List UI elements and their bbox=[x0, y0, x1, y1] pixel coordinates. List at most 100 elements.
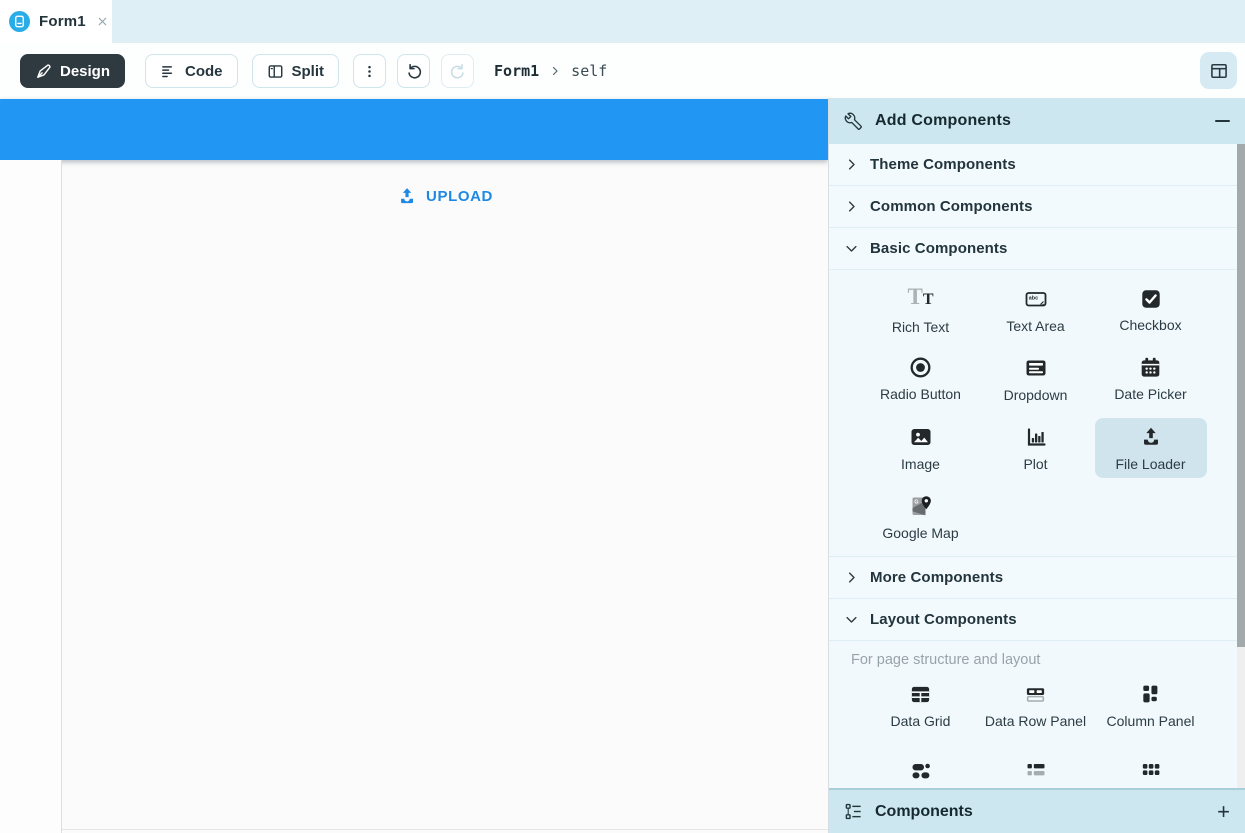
component-list: Theme Components Common Components Basic… bbox=[829, 144, 1245, 788]
tile-label: Image bbox=[901, 456, 940, 472]
component-tree-icon bbox=[844, 802, 863, 821]
section-label: Layout Components bbox=[870, 611, 1017, 628]
rich-text-icon: TT bbox=[907, 285, 933, 312]
design-canvas[interactable]: UPLOAD bbox=[0, 99, 828, 833]
section-common-components[interactable]: Common Components bbox=[829, 186, 1245, 228]
tab-form1[interactable]: Form1 bbox=[0, 0, 112, 43]
image-icon bbox=[909, 425, 933, 449]
collapse-minus-icon[interactable] bbox=[1215, 120, 1230, 122]
svg-text:G: G bbox=[914, 499, 918, 505]
section-layout-components[interactable]: Layout Components bbox=[829, 599, 1245, 641]
tile-label: Date Picker bbox=[1114, 386, 1186, 402]
code-button[interactable]: Code bbox=[145, 54, 238, 88]
component-tile-data-grid[interactable]: Data Grid bbox=[865, 676, 977, 736]
tile-label: Text Area bbox=[1006, 318, 1064, 334]
panel-layout-icon[interactable] bbox=[1200, 52, 1237, 89]
component-tile-dropdown[interactable]: Dropdown bbox=[980, 349, 1092, 409]
component-tile-date-picker[interactable]: Date Picker bbox=[1095, 349, 1207, 409]
chevron-down-icon bbox=[844, 241, 859, 256]
section-label: Basic Components bbox=[870, 240, 1007, 257]
code-button-label: Code bbox=[185, 63, 223, 80]
tile-label: Plot bbox=[1023, 456, 1047, 472]
component-tile-linear-panel[interactable] bbox=[980, 745, 1092, 788]
section-theme-components[interactable]: Theme Components bbox=[829, 144, 1245, 186]
component-tile-flow-panel[interactable] bbox=[865, 745, 977, 788]
tab-bar: Form1 bbox=[0, 0, 1245, 43]
dropdown-icon bbox=[1024, 356, 1048, 380]
sidebar-scrollbar[interactable] bbox=[1237, 144, 1245, 788]
chevron-right-icon bbox=[844, 157, 859, 172]
flow-panel-icon bbox=[909, 760, 933, 784]
canvas-left-margin bbox=[0, 160, 62, 833]
component-tile-text-area[interactable]: abc Text Area bbox=[980, 280, 1092, 340]
close-icon[interactable] bbox=[95, 14, 110, 29]
components-bar[interactable]: Components + bbox=[829, 788, 1245, 833]
section-label: More Components bbox=[870, 569, 1003, 586]
basic-components-grid: TT Rich Text abc Text Area Checkbox bbox=[829, 270, 1245, 557]
data-grid-icon bbox=[909, 683, 932, 706]
wrench-icon bbox=[844, 112, 863, 131]
component-tile-column-panel[interactable]: Column Panel bbox=[1095, 676, 1207, 736]
column-panel-icon bbox=[1139, 683, 1162, 706]
file-loader-component[interactable]: UPLOAD bbox=[397, 186, 493, 206]
code-lines-icon bbox=[160, 63, 177, 80]
split-button-label: Split bbox=[292, 63, 325, 80]
form-header-band[interactable] bbox=[0, 99, 828, 160]
plot-icon bbox=[1024, 425, 1048, 449]
kebab-menu-icon[interactable] bbox=[353, 54, 386, 88]
component-tile-plot[interactable]: Plot bbox=[980, 418, 1092, 478]
design-button-label: Design bbox=[60, 63, 110, 80]
checkbox-icon bbox=[1140, 288, 1162, 310]
form-bottom-edge bbox=[62, 829, 828, 830]
tile-label: Checkbox bbox=[1119, 317, 1181, 333]
toolbar: Design Code Split Form1 self bbox=[0, 43, 1245, 99]
date-picker-icon bbox=[1139, 356, 1162, 379]
add-components-panel: Add Components Theme Components Common C… bbox=[828, 98, 1245, 833]
data-row-panel-icon bbox=[1024, 683, 1047, 706]
file-loader-icon bbox=[1139, 425, 1163, 449]
component-tile-data-row-panel[interactable]: Data Row Panel bbox=[980, 676, 1092, 736]
breadcrumb-current[interactable]: self bbox=[571, 62, 607, 80]
tile-label: File Loader bbox=[1115, 456, 1185, 472]
section-label: Common Components bbox=[870, 198, 1033, 215]
section-label: Theme Components bbox=[870, 156, 1016, 173]
split-view-icon bbox=[267, 63, 284, 80]
component-tile-google-map[interactable]: G Google Map bbox=[865, 487, 977, 547]
split-button[interactable]: Split bbox=[252, 54, 340, 88]
add-components-title: Add Components bbox=[875, 112, 1203, 130]
tile-label: Rich Text bbox=[892, 319, 949, 335]
layout-section-description: For page structure and layout bbox=[829, 641, 1245, 670]
design-pen-icon bbox=[35, 63, 52, 80]
chevron-right-icon bbox=[549, 65, 561, 77]
component-tile-image[interactable]: Image bbox=[865, 418, 977, 478]
grid-panel-icon bbox=[1139, 760, 1163, 784]
add-plus-icon[interactable]: + bbox=[1217, 801, 1230, 823]
component-tile-grid-panel[interactable] bbox=[1095, 745, 1207, 788]
redo-icon[interactable] bbox=[441, 54, 474, 88]
scrollbar-thumb[interactable] bbox=[1237, 144, 1245, 647]
components-bar-title: Components bbox=[875, 803, 1205, 821]
breadcrumb-root[interactable]: Form1 bbox=[494, 62, 539, 80]
tab-title: Form1 bbox=[39, 13, 86, 30]
component-tile-radio-button[interactable]: Radio Button bbox=[865, 349, 977, 409]
chevron-down-icon bbox=[844, 612, 859, 627]
upload-label: UPLOAD bbox=[426, 188, 493, 205]
tile-label: Data Row Panel bbox=[985, 713, 1086, 729]
tile-label: Google Map bbox=[882, 525, 958, 541]
component-tile-checkbox[interactable]: Checkbox bbox=[1095, 280, 1207, 340]
linear-panel-icon bbox=[1024, 760, 1048, 784]
radio-button-icon bbox=[909, 356, 932, 379]
chevron-right-icon bbox=[844, 199, 859, 214]
undo-icon[interactable] bbox=[397, 54, 430, 88]
section-basic-components[interactable]: Basic Components bbox=[829, 228, 1245, 270]
add-components-header[interactable]: Add Components bbox=[829, 98, 1245, 144]
component-tile-file-loader[interactable]: File Loader bbox=[1095, 418, 1207, 478]
chevron-right-icon bbox=[844, 570, 859, 585]
design-button[interactable]: Design bbox=[20, 54, 125, 88]
section-more-components[interactable]: More Components bbox=[829, 557, 1245, 599]
tile-label: Radio Button bbox=[880, 386, 961, 402]
svg-text:abc: abc bbox=[1028, 295, 1037, 301]
upload-icon bbox=[397, 186, 417, 206]
component-tile-rich-text[interactable]: TT Rich Text bbox=[865, 280, 977, 340]
tile-label: Column Panel bbox=[1107, 713, 1195, 729]
